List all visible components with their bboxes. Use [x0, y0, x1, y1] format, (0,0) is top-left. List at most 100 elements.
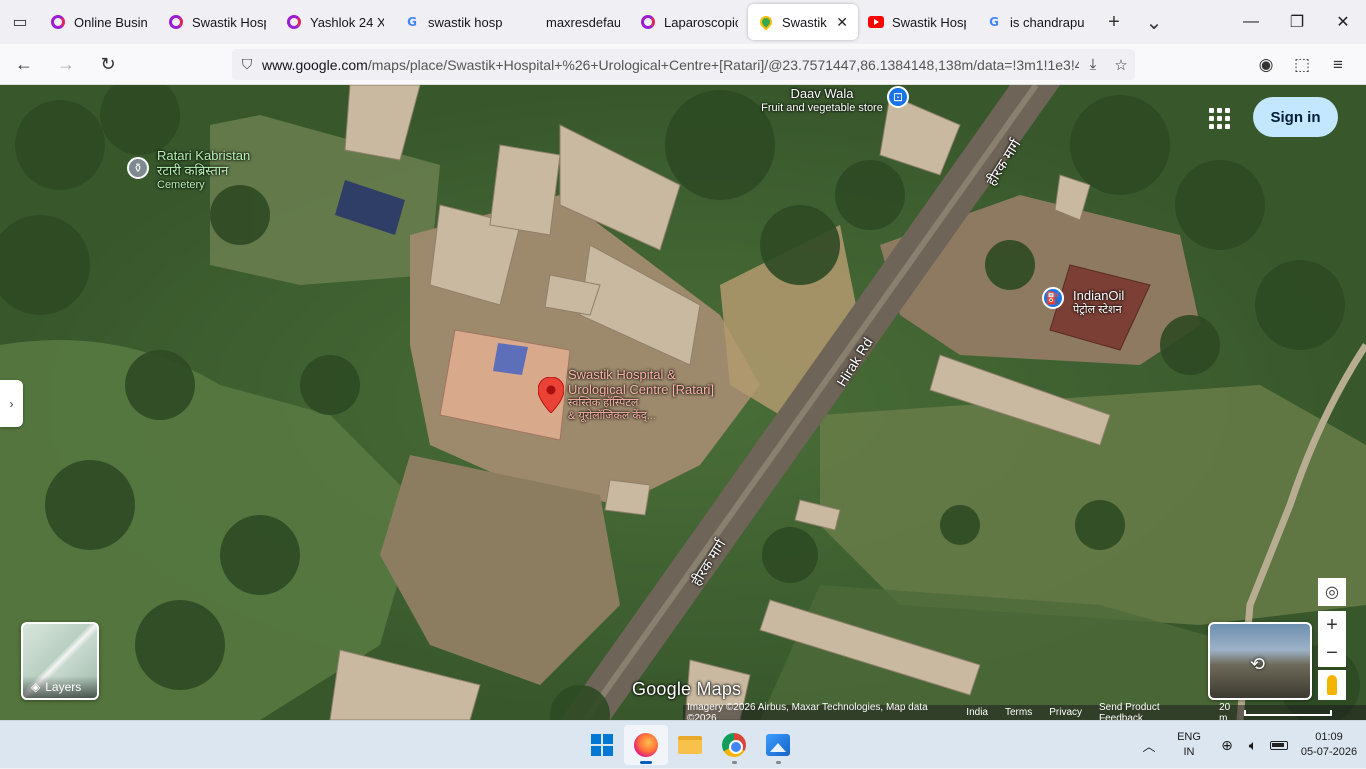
google-apps-button[interactable] [1206, 105, 1232, 131]
taskbar-chrome[interactable] [712, 725, 756, 765]
chevron-right-icon: › [9, 396, 14, 411]
google-icon: G [407, 15, 417, 29]
scale-text: 20 m [1219, 701, 1231, 721]
tab-5[interactable]: Laparoscopic [630, 4, 748, 40]
attribution-bar: Imagery ©2026 Airbus, Maxar Technologies… [683, 701, 1366, 721]
daav-wala-label[interactable]: Daav Wala Fruit and vegetable store [761, 86, 883, 116]
battery-icon[interactable] [1266, 737, 1292, 753]
youtube-icon [868, 14, 884, 30]
window-controls: — ❐ ✕ [1228, 0, 1366, 44]
forward-button[interactable]: → [48, 48, 84, 80]
firefox-icon [634, 733, 658, 757]
hospital-name-line2: Urological Centre [Ratari] [568, 382, 714, 397]
tab-7[interactable]: Swastik Hospi [858, 4, 976, 40]
tab-list-button[interactable]: ▭ [0, 0, 40, 44]
plus-icon: + [1326, 613, 1338, 636]
back-button[interactable]: ← [6, 48, 42, 80]
satellite-map[interactable]: ⚱ Ratari Kabristan रटारी कब्रिस्तान Ceme… [0, 85, 1366, 720]
tab-0[interactable]: Online Busine [40, 4, 158, 40]
close-tab-icon[interactable]: ✕ [836, 14, 848, 31]
reload-button[interactable]: ↻ [90, 48, 126, 80]
tab-8[interactable]: Gis chandrapura [976, 4, 1094, 40]
folder-icon [678, 736, 702, 754]
hospital-label[interactable]: Swastik Hospital & Urological Centre [Ra… [568, 367, 714, 423]
expand-side-panel-button[interactable]: › [0, 380, 23, 427]
show-hidden-icons-button[interactable]: ︿ [1134, 736, 1164, 755]
kabristan-type: Cemetery [157, 179, 205, 191]
indianoil-type-hindi: पेट्रोल स्टेशन [1073, 304, 1122, 316]
image-icon [522, 14, 538, 30]
account-icon[interactable]: ◉ [1248, 55, 1284, 75]
list-all-tabs-button[interactable]: ⌄ [1134, 0, 1174, 44]
layers-button[interactable]: ◈ Layers [21, 622, 99, 700]
layers-icon: ◈ [31, 680, 41, 694]
gas-station-icon[interactable]: ⛽ [1042, 287, 1064, 309]
minimize-icon[interactable]: — [1228, 0, 1274, 44]
rotate-360-icon: ⟲ [1250, 654, 1266, 674]
volume-icon[interactable]: 🔈︎ [1240, 737, 1266, 754]
scale-bar[interactable]: 20 m [1219, 701, 1349, 721]
indianoil-label[interactable]: IndianOil पेट्रोल स्टेशन [1073, 288, 1124, 318]
feedback-link[interactable]: Send Product Feedback [1099, 702, 1202, 721]
hospital-name-hindi-line1: स्वस्तिक हॉस्पिटल [568, 397, 639, 409]
url-host: www.google.com [262, 56, 368, 73]
clock-time: 01:09 [1315, 731, 1343, 743]
input-language-button[interactable]: ENG IN [1164, 730, 1214, 760]
arrow-left-icon: ← [15, 53, 33, 74]
url-bar[interactable]: ⛉ www.google.com/maps/place/Swastik+Hosp… [232, 49, 1135, 80]
tab-3[interactable]: Gswastik hospit [394, 4, 512, 40]
save-to-pocket-icon[interactable]: ⤓ [1079, 56, 1107, 73]
tab-6-active[interactable]: Swastik Hos ✕ [748, 4, 858, 40]
new-tab-button[interactable]: + [1094, 0, 1134, 44]
system-tray: ︿ ENG IN ⊕ 🔈︎ 01:09 05-07-2026 [1134, 721, 1366, 769]
india-link[interactable]: India [966, 707, 988, 718]
extensions-icon[interactable]: ⬚ [1284, 55, 1320, 75]
reload-icon: ↻ [100, 53, 116, 74]
url-text[interactable]: www.google.com/maps/place/Swastik+Hospit… [262, 57, 1079, 73]
hospital-name-line1: Swastik Hospital & [568, 367, 676, 382]
cemetery-icon[interactable]: ⚱ [127, 157, 149, 179]
photos-icon [766, 734, 790, 756]
clock[interactable]: 01:09 05-07-2026 [1292, 730, 1366, 760]
tab-2[interactable]: Yashlok 24 X 7 [276, 4, 394, 40]
sign-in-button[interactable]: Sign in [1253, 97, 1338, 137]
pegman-icon[interactable] [1318, 670, 1346, 700]
taskbar-file-explorer[interactable] [668, 725, 712, 765]
zoom-in-button[interactable]: + [1318, 611, 1346, 639]
tab-title: Swastik Hospi [892, 14, 966, 30]
network-globe-icon[interactable]: ⊕ [1214, 737, 1240, 754]
start-button[interactable] [580, 725, 624, 765]
shield-icon[interactable]: ⛉ [232, 56, 262, 73]
my-location-button[interactable]: ◎ [1318, 578, 1346, 606]
layers-label: ◈ Layers [23, 676, 97, 698]
ring-icon [640, 14, 656, 30]
lang-region: IN [1183, 746, 1195, 758]
tab-list-icon: ▭ [12, 14, 28, 31]
arrow-right-icon: → [57, 53, 75, 74]
menu-hamburger-icon[interactable]: ≡ [1320, 55, 1356, 75]
ring-icon [50, 14, 66, 30]
tab-1[interactable]: Swastik Hospi [158, 4, 276, 40]
ring-icon [168, 14, 184, 30]
tab-4[interactable]: maxresdefault.jpg [512, 4, 630, 40]
street-view-thumbnail[interactable]: ⟲ [1208, 622, 1312, 700]
tab-title: swastik hospit [428, 14, 502, 30]
maps-pin-icon [757, 13, 775, 31]
taskbar-photos[interactable] [756, 725, 800, 765]
kabristan-name-hindi: रटारी कब्रिस्तान [157, 163, 229, 178]
shopping-bag-icon[interactable]: ⊡ [887, 86, 909, 108]
kabristan-label[interactable]: Ratari Kabristan रटारी कब्रिस्तान Cemete… [157, 148, 250, 193]
minus-icon: − [1326, 641, 1338, 664]
bookmark-star-icon[interactable]: ☆ [1107, 56, 1135, 74]
tab-title: Swastik Hospi [192, 14, 266, 30]
zoom-out-button[interactable]: − [1318, 639, 1346, 667]
plus-icon: + [1108, 10, 1120, 33]
daav-wala-type: Fruit and vegetable store [761, 102, 883, 114]
terms-link[interactable]: Terms [1005, 707, 1032, 718]
maximize-icon[interactable]: ❐ [1274, 0, 1320, 44]
privacy-link[interactable]: Privacy [1049, 707, 1082, 718]
close-window-icon[interactable]: ✕ [1320, 0, 1366, 44]
taskbar-firefox[interactable] [624, 725, 668, 765]
hospital-pin-icon[interactable] [538, 377, 564, 413]
tabs: Online Busine Swastik Hospi Yashlok 24 X… [40, 0, 1094, 44]
